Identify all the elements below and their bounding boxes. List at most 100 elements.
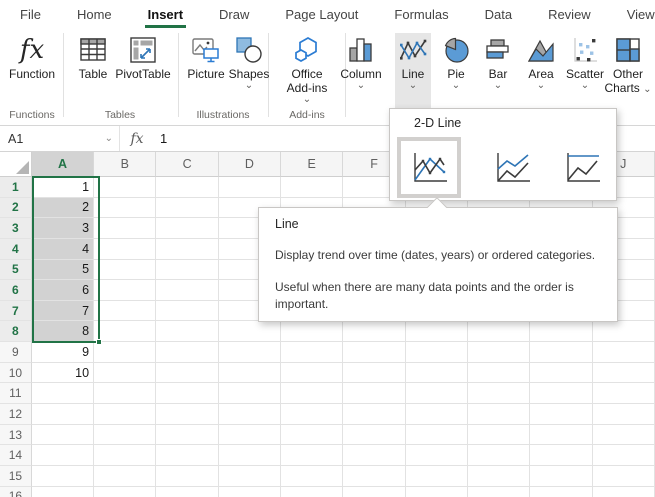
cell-B8[interactable] [94, 321, 156, 342]
row-header-11[interactable]: 11 [0, 383, 32, 404]
cell-F12[interactable] [343, 404, 405, 425]
cell-F16[interactable] [343, 487, 405, 497]
cell-B14[interactable] [94, 445, 156, 466]
cell-C16[interactable] [156, 487, 218, 497]
cell-A7[interactable]: 7 [32, 301, 94, 322]
cell-F15[interactable] [343, 466, 405, 487]
cell-B1[interactable] [94, 177, 156, 198]
cell-I14[interactable] [530, 445, 592, 466]
select-all-button[interactable] [0, 152, 32, 177]
shapes-button[interactable]: Shapes ⌄ [226, 33, 272, 105]
stacked-line-option[interactable] [484, 143, 540, 192]
cell-G14[interactable] [406, 445, 468, 466]
cell-H15[interactable] [468, 466, 530, 487]
cell-B7[interactable] [94, 301, 156, 322]
cell-I13[interactable] [530, 425, 592, 446]
office-addins-button[interactable]: Office Add-ins ⌄ [275, 33, 339, 105]
cell-E8[interactable] [281, 321, 343, 342]
cell-I8[interactable] [530, 321, 592, 342]
row-header-1[interactable]: 1 [0, 177, 32, 198]
cell-J13[interactable] [593, 425, 655, 446]
cell-F10[interactable] [343, 363, 405, 384]
cell-D11[interactable] [219, 383, 281, 404]
cell-A12[interactable] [32, 404, 94, 425]
cell-F8[interactable] [343, 321, 405, 342]
cell-I11[interactable] [530, 383, 592, 404]
cell-B3[interactable] [94, 218, 156, 239]
row-header-14[interactable]: 14 [0, 445, 32, 466]
cell-G8[interactable] [406, 321, 468, 342]
cell-J12[interactable] [593, 404, 655, 425]
cell-B4[interactable] [94, 239, 156, 260]
cell-A13[interactable] [32, 425, 94, 446]
cell-J9[interactable] [593, 342, 655, 363]
cell-C15[interactable] [156, 466, 218, 487]
cell-J15[interactable] [593, 466, 655, 487]
cell-B16[interactable] [94, 487, 156, 497]
cell-D16[interactable] [219, 487, 281, 497]
row-header-10[interactable]: 10 [0, 363, 32, 384]
row-header-3[interactable]: 3 [0, 218, 32, 239]
row-header-2[interactable]: 2 [0, 198, 32, 219]
cell-C14[interactable] [156, 445, 218, 466]
cell-A5[interactable]: 5 [32, 260, 94, 281]
cell-A14[interactable] [32, 445, 94, 466]
cell-C4[interactable] [156, 239, 218, 260]
cell-A16[interactable] [32, 487, 94, 497]
stacked-line-100-option[interactable] [554, 143, 610, 192]
cell-F14[interactable] [343, 445, 405, 466]
cell-H16[interactable] [468, 487, 530, 497]
cell-H13[interactable] [468, 425, 530, 446]
cell-D8[interactable] [219, 321, 281, 342]
row-header-7[interactable]: 7 [0, 301, 32, 322]
tab-page-layout[interactable]: Page Layout [282, 3, 361, 26]
cell-B6[interactable] [94, 280, 156, 301]
cell-E15[interactable] [281, 466, 343, 487]
cell-C2[interactable] [156, 198, 218, 219]
tab-review[interactable]: Review [545, 3, 594, 26]
column-header-C[interactable]: C [156, 152, 218, 177]
cell-I16[interactable] [530, 487, 592, 497]
pivottable-button[interactable]: PivotTable [110, 33, 176, 105]
cell-H12[interactable] [468, 404, 530, 425]
tab-view[interactable]: View [624, 3, 655, 26]
bar-chart-button[interactable]: Bar ⌄ [479, 33, 517, 105]
cell-D13[interactable] [219, 425, 281, 446]
cell-G12[interactable] [406, 404, 468, 425]
cell-B9[interactable] [94, 342, 156, 363]
cell-E1[interactable] [281, 177, 343, 198]
cell-C12[interactable] [156, 404, 218, 425]
cell-I15[interactable] [530, 466, 592, 487]
pie-chart-button[interactable]: Pie ⌄ [437, 33, 475, 105]
line-2d-option[interactable] [397, 137, 461, 198]
column-chart-button[interactable]: Column ⌄ [337, 33, 385, 105]
cell-B12[interactable] [94, 404, 156, 425]
cell-D14[interactable] [219, 445, 281, 466]
cell-E16[interactable] [281, 487, 343, 497]
cell-J8[interactable] [593, 321, 655, 342]
cell-I9[interactable] [530, 342, 592, 363]
cell-E11[interactable] [281, 383, 343, 404]
tab-draw[interactable]: Draw [216, 3, 252, 26]
cell-A10[interactable]: 10 [32, 363, 94, 384]
cell-H8[interactable] [468, 321, 530, 342]
cell-A11[interactable] [32, 383, 94, 404]
row-header-6[interactable]: 6 [0, 280, 32, 301]
row-header-15[interactable]: 15 [0, 466, 32, 487]
cell-G16[interactable] [406, 487, 468, 497]
cell-A3[interactable]: 3 [32, 218, 94, 239]
cell-G15[interactable] [406, 466, 468, 487]
cell-H14[interactable] [468, 445, 530, 466]
picture-button[interactable]: Picture [183, 33, 229, 105]
tab-file[interactable]: File [17, 3, 44, 26]
cell-G10[interactable] [406, 363, 468, 384]
cell-G11[interactable] [406, 383, 468, 404]
name-box[interactable]: A1 ⌄ [0, 126, 120, 151]
line-chart-button[interactable]: Line ⌄ [395, 33, 431, 109]
cell-B5[interactable] [94, 260, 156, 281]
cell-G13[interactable] [406, 425, 468, 446]
cell-B11[interactable] [94, 383, 156, 404]
cell-D15[interactable] [219, 466, 281, 487]
cell-C7[interactable] [156, 301, 218, 322]
row-header-8[interactable]: 8 [0, 321, 32, 342]
